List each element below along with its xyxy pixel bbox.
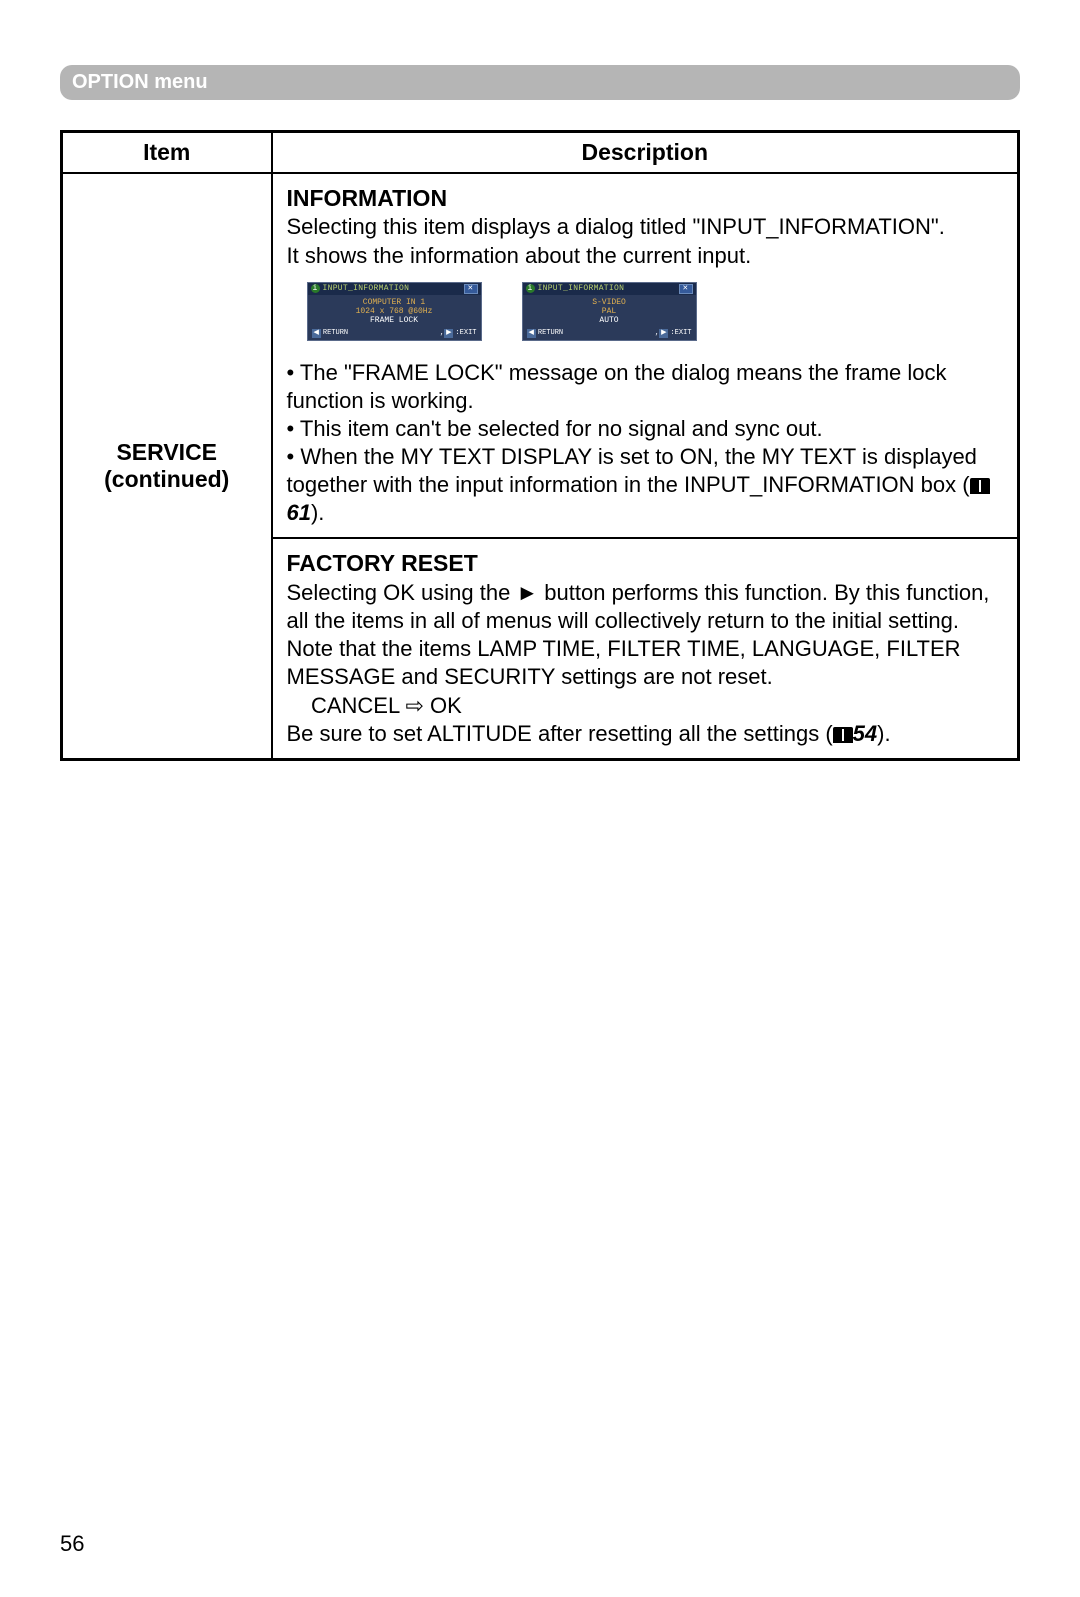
factory-note-pre: Be sure to set ALTITUDE after resetting … bbox=[287, 721, 833, 746]
dialog-title: INPUT_INFORMATION bbox=[538, 284, 679, 294]
dialog-header: i INPUT_INFORMATION ✕ bbox=[523, 283, 696, 295]
close-icon: ✕ bbox=[679, 284, 693, 294]
header-item: Item bbox=[62, 132, 272, 174]
dialog-line: AUTO bbox=[525, 316, 694, 325]
dialog-previews: i INPUT_INFORMATION ✕ COMPUTER IN 1 1024… bbox=[307, 282, 1004, 341]
section-title-factory-reset: FACTORY RESET bbox=[287, 550, 478, 576]
exit-button: ,▶:EXIT bbox=[655, 329, 692, 338]
info-intro-2: It shows the information about the curre… bbox=[287, 243, 752, 268]
dialog-footer: ◀RETURN ,▶:EXIT bbox=[308, 328, 481, 340]
return-button: ◀RETURN bbox=[527, 329, 564, 338]
right-arrow-icon: ▶ bbox=[659, 329, 668, 338]
dialog-input-info-2: i INPUT_INFORMATION ✕ S-VIDEO PAL AUTO ◀… bbox=[522, 282, 697, 341]
desc-factory-reset: FACTORY RESET Selecting OK using the ► b… bbox=[272, 538, 1019, 759]
book-icon bbox=[970, 478, 990, 494]
cancel-ok-line: CANCEL ⇨ OK bbox=[287, 693, 462, 718]
bullet-2: • This item can't be selected for no sig… bbox=[287, 416, 823, 441]
left-arrow-icon: ◀ bbox=[312, 329, 321, 338]
factory-note-post: ). bbox=[877, 721, 890, 746]
item-cell-service: SERVICE (continued) bbox=[62, 173, 272, 759]
dialog-body: S-VIDEO PAL AUTO bbox=[523, 295, 696, 328]
header-description: Description bbox=[272, 132, 1019, 174]
return-button: ◀RETURN bbox=[312, 329, 349, 338]
dialog-line: FRAME LOCK bbox=[310, 316, 479, 325]
info-intro-1: Selecting this item displays a dialog ti… bbox=[287, 214, 945, 239]
bullet-1: • The "FRAME LOCK" message on the dialog… bbox=[287, 360, 947, 413]
page-number: 56 bbox=[60, 1531, 1020, 1557]
right-arrow-icon: ▶ bbox=[444, 329, 453, 338]
page: OPTION menu Item Description SERVICE (co… bbox=[0, 0, 1080, 1597]
info-bullets: • The "FRAME LOCK" message on the dialog… bbox=[287, 359, 1004, 528]
left-arrow-icon: ◀ bbox=[527, 329, 536, 338]
page-ref: 61 bbox=[287, 500, 311, 525]
book-icon bbox=[833, 727, 853, 743]
return-label: RETURN bbox=[538, 329, 563, 338]
desc-information: INFORMATION Selecting this item displays… bbox=[272, 173, 1019, 538]
dialog-line: PAL bbox=[525, 307, 694, 316]
dialog-footer: ◀RETURN ,▶:EXIT bbox=[523, 328, 696, 340]
menu-banner: OPTION menu bbox=[60, 65, 1020, 100]
item-line2: (continued) bbox=[64, 466, 270, 493]
bullet-3-pre: • When the MY TEXT DISPLAY is set to ON,… bbox=[287, 444, 977, 497]
dialog-body: COMPUTER IN 1 1024 x 768 @60Hz FRAME LOC… bbox=[308, 295, 481, 328]
close-icon: ✕ bbox=[464, 284, 478, 294]
dialog-line: S-VIDEO bbox=[525, 298, 694, 307]
page-ref: 54 bbox=[853, 721, 877, 746]
exit-button: ,▶:EXIT bbox=[440, 329, 477, 338]
dialog-line: 1024 x 768 @60Hz bbox=[310, 307, 479, 316]
dialog-input-info-1: i INPUT_INFORMATION ✕ COMPUTER IN 1 1024… bbox=[307, 282, 482, 341]
exit-label: :EXIT bbox=[670, 329, 691, 338]
return-label: RETURN bbox=[323, 329, 348, 338]
exit-label: :EXIT bbox=[455, 329, 476, 338]
info-icon: i bbox=[526, 284, 535, 293]
item-line1: SERVICE bbox=[64, 439, 270, 466]
factory-para: Selecting OK using the ► button performs… bbox=[287, 580, 990, 689]
section-title-information: INFORMATION bbox=[287, 185, 448, 211]
dialog-line: COMPUTER IN 1 bbox=[310, 298, 479, 307]
bullet-3-post: ). bbox=[311, 500, 324, 525]
dialog-header: i INPUT_INFORMATION ✕ bbox=[308, 283, 481, 295]
info-icon: i bbox=[311, 284, 320, 293]
dialog-title: INPUT_INFORMATION bbox=[323, 284, 464, 294]
option-table: Item Description SERVICE (continued) INF… bbox=[60, 130, 1020, 761]
